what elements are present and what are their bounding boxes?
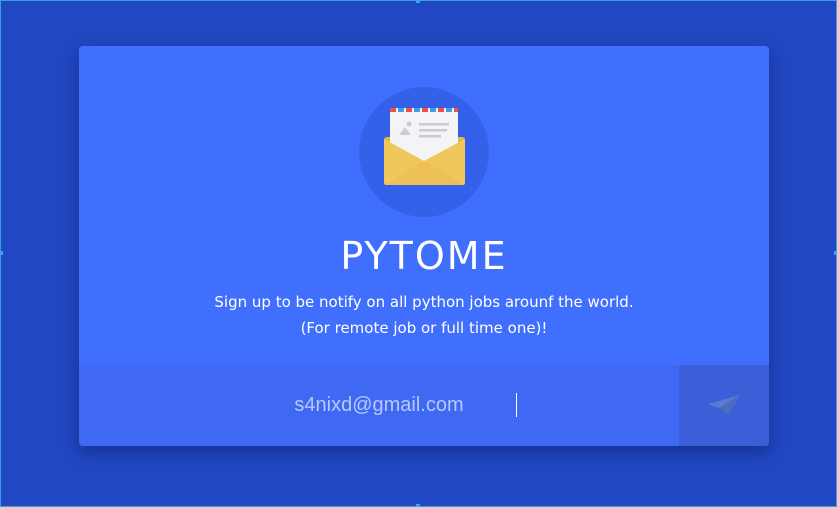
signup-form xyxy=(79,365,769,446)
hero-icon-circle xyxy=(359,87,489,217)
resize-handle-top[interactable] xyxy=(416,0,420,3)
paper-plane-icon xyxy=(708,395,740,415)
page-title: PYTOME xyxy=(340,234,508,278)
envelope-letter-icon xyxy=(384,108,465,185)
subtitle: Sign up to be notify on all python jobs … xyxy=(79,289,769,341)
resize-handle-left[interactable] xyxy=(0,251,3,255)
email-input[interactable] xyxy=(79,365,679,446)
subtitle-line-1: Sign up to be notify on all python jobs … xyxy=(214,293,634,311)
subtitle-line-2: (For remote job or full time one)! xyxy=(300,319,548,337)
signup-card: PYTOME Sign up to be notify on all pytho… xyxy=(79,46,769,446)
text-caret xyxy=(516,393,517,417)
send-button[interactable] xyxy=(679,365,769,446)
